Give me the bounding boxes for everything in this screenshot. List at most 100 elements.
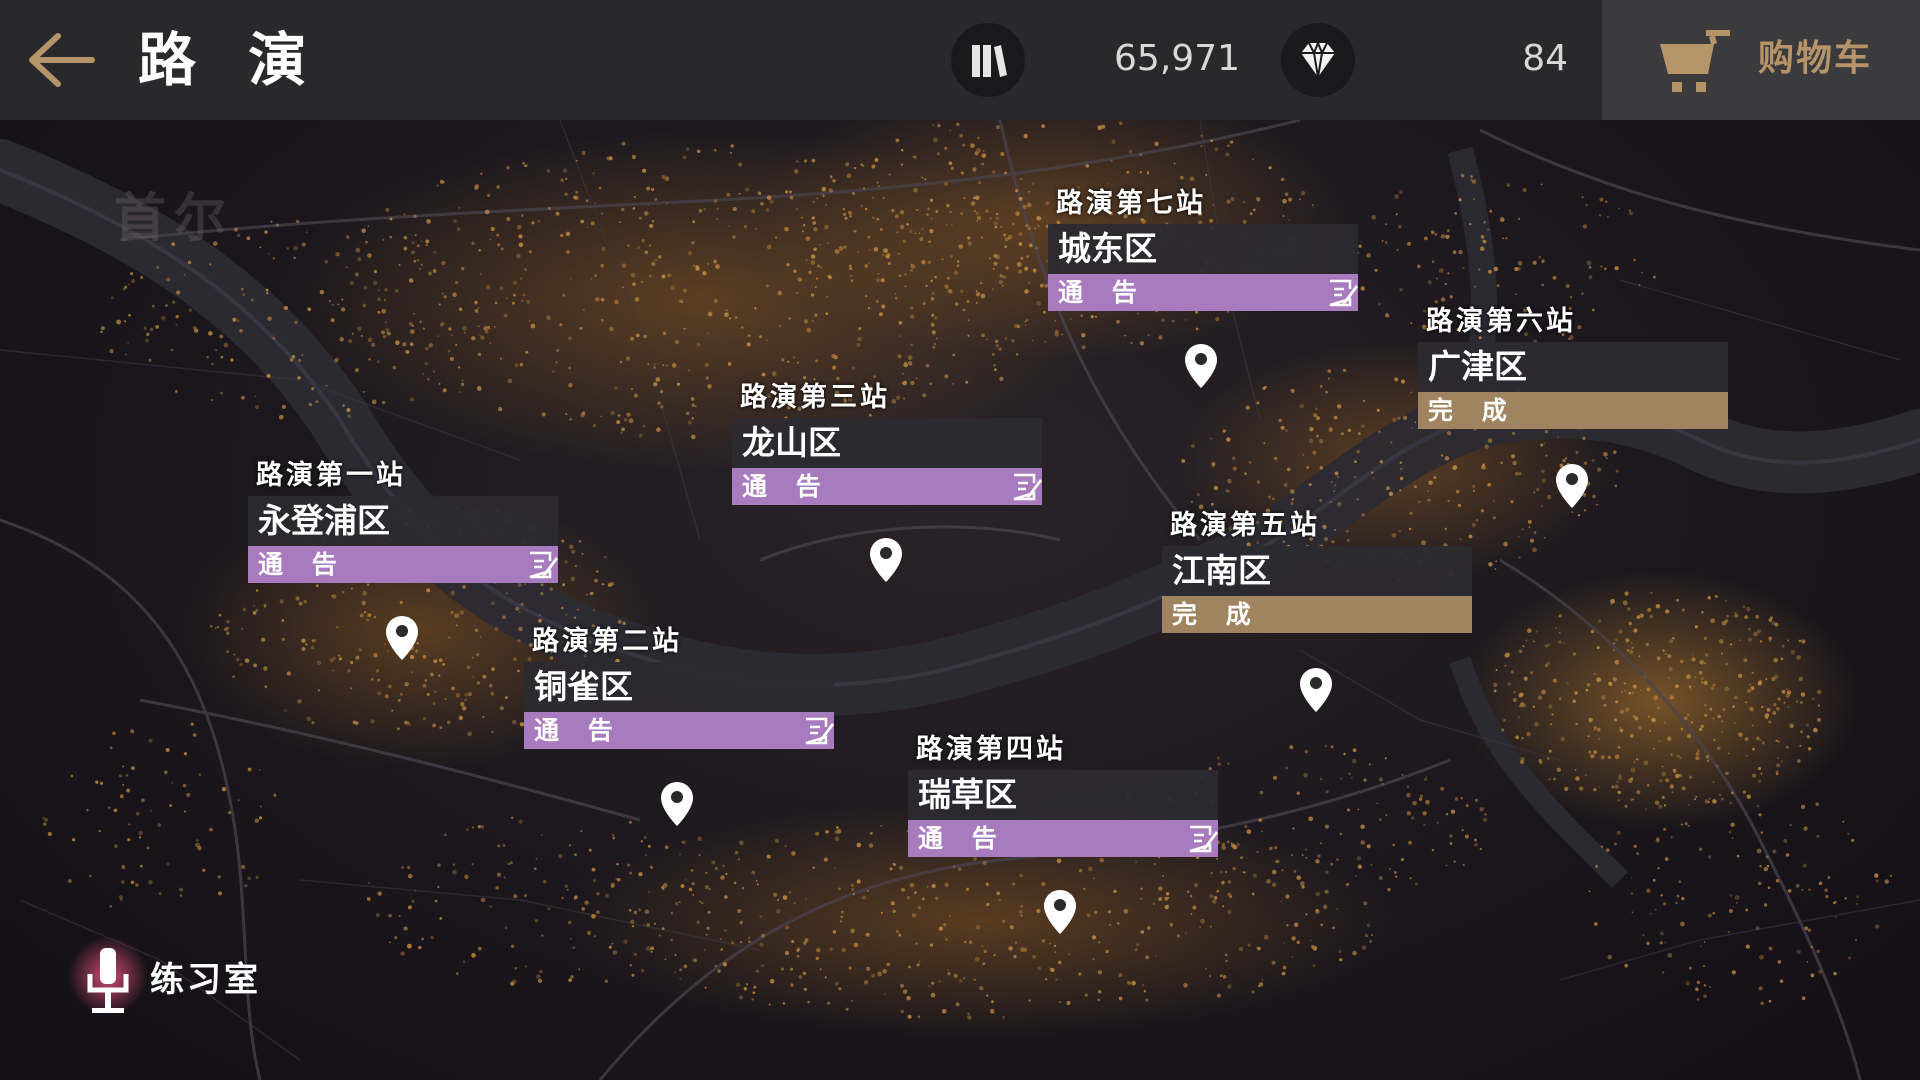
map-pin-icon[interactable] — [1298, 666, 1334, 714]
city-light-speck — [1190, 444, 1195, 448]
map-pin-icon[interactable] — [1183, 342, 1219, 390]
city-light-speck — [1790, 650, 1796, 655]
city-light-speck — [1472, 198, 1475, 201]
city-light-speck — [860, 163, 863, 167]
map-pin-icon[interactable] — [1554, 462, 1590, 510]
city-light-speck — [601, 582, 605, 586]
city-light-speck — [707, 911, 711, 914]
city-light-speck — [696, 342, 701, 347]
city-light-speck — [464, 693, 468, 697]
city-light-speck — [917, 905, 922, 910]
stop-card-dongjak[interactable]: 铜雀区 通 告 — [524, 662, 834, 749]
city-light-speck — [443, 295, 447, 299]
city-light-speck — [928, 240, 931, 244]
map-pin-icon[interactable] — [384, 614, 420, 662]
city-light-speck — [1661, 795, 1665, 799]
city-light-speck — [514, 967, 518, 970]
city-light-speck — [489, 238, 492, 241]
city-light-speck — [1718, 793, 1721, 796]
practice-room-button[interactable]: 练习室 — [68, 934, 298, 1024]
city-light-speck — [911, 913, 917, 918]
city-light-speck — [1800, 692, 1806, 697]
city-light-speck — [788, 317, 791, 320]
city-light-speck — [437, 863, 441, 867]
city-light-speck — [1280, 900, 1283, 903]
city-light-speck — [656, 427, 661, 432]
city-light-speck — [1475, 519, 1479, 522]
city-light-speck — [537, 978, 543, 984]
map-pin-icon[interactable] — [659, 780, 695, 828]
city-light-speck — [183, 273, 186, 276]
city-light-speck — [389, 235, 393, 239]
city-light-speck — [367, 337, 373, 343]
city-light-speck — [195, 839, 199, 842]
city-light-speck — [1000, 225, 1003, 229]
stop-card-seongdong[interactable]: 城东区 通 告 — [1048, 224, 1358, 311]
city-light-speck — [1733, 695, 1738, 700]
city-light-speck — [1225, 959, 1228, 963]
city-light-speck — [1470, 175, 1473, 178]
city-light-speck — [1707, 913, 1712, 918]
city-light-speck — [491, 730, 494, 733]
city-light-speck — [690, 397, 695, 401]
city-light-speck — [127, 283, 130, 286]
city-light-speck — [71, 837, 76, 842]
city-light-speck — [517, 669, 520, 673]
city-light-speck — [131, 766, 135, 770]
city-light-speck — [175, 314, 179, 319]
city-light-speck — [953, 973, 958, 978]
city-light-speck — [918, 232, 921, 235]
gem-button[interactable] — [1281, 23, 1355, 97]
city-light-speck — [944, 882, 949, 887]
city-light-speck — [1032, 268, 1037, 273]
stop-card-gangnam[interactable]: 江南区 完 成 — [1162, 546, 1472, 633]
city-light-speck — [1742, 790, 1747, 794]
city-light-speck — [1703, 994, 1707, 998]
city-light-speck — [1199, 926, 1202, 929]
city-light-speck — [1592, 494, 1596, 499]
city-light-speck — [600, 318, 604, 322]
city-light-speck — [1769, 616, 1773, 620]
city-light-speck — [1354, 875, 1357, 878]
city-light-speck — [1752, 773, 1757, 778]
city-light-speck — [1759, 739, 1762, 741]
library-button[interactable] — [951, 23, 1025, 97]
city-light-speck — [1239, 857, 1242, 859]
city-light-speck — [1216, 857, 1219, 860]
city-light-speck — [570, 576, 576, 582]
city-light-speck — [1520, 757, 1525, 762]
city-light-speck — [1214, 896, 1218, 900]
city-light-speck — [372, 280, 378, 286]
map-pin-icon[interactable] — [1042, 888, 1078, 936]
city-light-speck — [1081, 333, 1086, 338]
city-light-speck — [1628, 621, 1633, 626]
city-light-speck — [239, 329, 243, 333]
stop-card-seocho[interactable]: 瑞草区 通 告 — [908, 770, 1218, 857]
back-arrow-icon[interactable] — [24, 28, 96, 92]
city-light-speck — [1565, 283, 1570, 289]
city-light-speck — [976, 136, 980, 140]
map-pin-icon[interactable] — [868, 536, 904, 584]
city-light-speck — [1146, 172, 1150, 175]
city-light-speck — [713, 199, 718, 203]
city-light-speck — [665, 202, 668, 205]
city-light-speck — [258, 816, 263, 820]
stop-card-gwangjin[interactable]: 广津区 完 成 — [1418, 342, 1728, 429]
city-light-speck — [925, 284, 928, 287]
city-light-speck — [592, 879, 597, 883]
city-light-speck — [1271, 869, 1277, 875]
city-light-speck — [439, 917, 443, 920]
city-light-speck — [151, 304, 155, 308]
city-light-speck — [519, 277, 523, 280]
city-light-speck — [1540, 505, 1543, 508]
city-light-speck — [1196, 493, 1200, 497]
city-light-speck — [253, 604, 256, 607]
city-light-speck — [1753, 631, 1758, 637]
stop-card-yongsan[interactable]: 龙山区 通 告 — [732, 418, 1042, 505]
city-light-speck — [1807, 928, 1812, 932]
stop-card-yeongdeungpo[interactable]: 永登浦区 通 告 — [248, 496, 558, 583]
city-light-speck — [1787, 889, 1792, 893]
city-light-speck — [1107, 910, 1112, 914]
shopping-cart-button[interactable]: 购物车 — [1602, 0, 1920, 120]
city-light-speck — [648, 274, 652, 278]
